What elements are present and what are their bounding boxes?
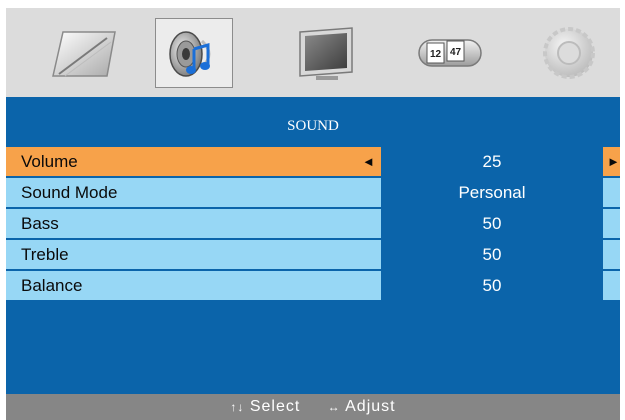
tab-sound[interactable] (155, 18, 233, 88)
select-hint-label: Select (249, 398, 301, 415)
tab-screen[interactable] (286, 18, 364, 88)
menu-row-label: Balance (6, 271, 381, 300)
row-gutter (603, 271, 620, 300)
adjust-hint-label: Adjust (345, 398, 396, 415)
menu-row-value[interactable]: 25 (381, 147, 603, 176)
menu-row-label: Sound Mode (6, 178, 381, 207)
menu-row-sound-mode[interactable]: Sound Mode Personal (6, 178, 620, 208)
tab-settings[interactable] (530, 18, 608, 88)
menu-row-value[interactable]: 50 (381, 240, 603, 269)
key-hint-bar: ↑↓ Select ↔ Adjust (6, 394, 620, 420)
menu-row-value[interactable]: 50 (381, 271, 603, 300)
left-right-arrows-icon: ↔ (327, 400, 341, 414)
sound-icon (169, 31, 211, 77)
menu-row-bass[interactable]: Bass 50 (6, 209, 620, 239)
row-gutter (603, 178, 620, 207)
clock-minutes: 47 (450, 47, 462, 58)
menu-title: SOUND (287, 118, 339, 134)
row-gutter (603, 209, 620, 238)
clock-icon: 12 47 (418, 39, 482, 67)
menu-row-treble[interactable]: Treble 50 (6, 240, 620, 270)
picture-icon (52, 31, 116, 77)
menu-row-value[interactable]: 50 (381, 209, 603, 238)
tab-picture[interactable] (45, 18, 123, 88)
menu-row-value[interactable]: Personal (381, 178, 603, 207)
screen-icon (299, 27, 353, 80)
settings-gear-icon (543, 27, 595, 79)
clock-hours: 12 (430, 49, 442, 60)
menu-row-label: Bass (6, 209, 381, 238)
row-gutter (603, 240, 620, 269)
menu-tab-bar: 12 47 (6, 8, 620, 97)
sound-settings-panel: SOUND Volume ◄ 25 ► Sound Mode Personal … (6, 97, 620, 420)
tab-time[interactable]: 12 47 (411, 18, 489, 88)
sound-menu-osd: 12 47 SOUND Volume ◄ 25 ► Sound Mode Per… (6, 8, 620, 420)
decrease-arrow-icon[interactable]: ◄ (362, 147, 375, 176)
menu-row-balance[interactable]: Balance 50 (6, 271, 620, 301)
menu-row-volume[interactable]: Volume ◄ 25 ► (6, 147, 620, 177)
up-down-arrows-icon: ↑↓ (230, 400, 245, 414)
menu-row-label: Treble (6, 240, 381, 269)
increase-arrow-icon[interactable]: ► (607, 147, 620, 176)
menu-row-label: Volume (6, 147, 381, 176)
